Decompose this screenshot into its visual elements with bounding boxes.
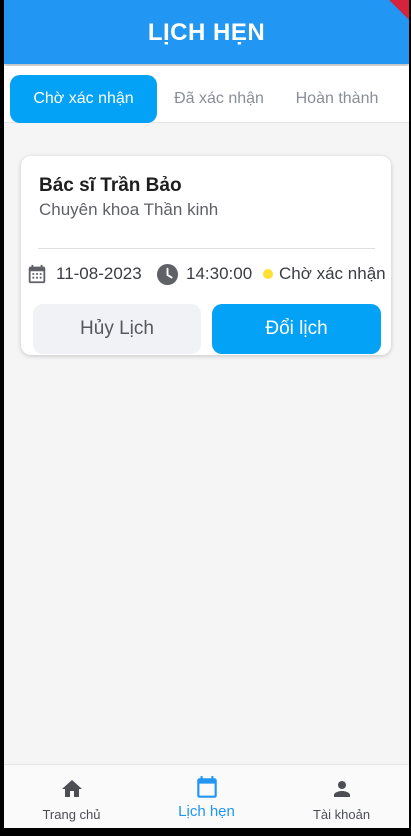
appointment-info-row: 11-08-2023 14:30:00 Chờ xác nhận [26,261,391,287]
card-divider [38,248,375,249]
nav-item-home[interactable]: Trang chủ [4,765,139,828]
home-icon [61,780,82,797]
status-badge: Chờ xác nhận [279,264,386,283]
appointment-tabs: Chờ xác nhận Đã xác nhận Hoàn thành [4,66,409,123]
nav-label-account: Tài khoản [312,807,371,822]
tab-confirmed[interactable]: Đã xác nhận [160,75,278,123]
app-screen: LỊCH HẸN Chờ xác nhận Đã xác nhận Hoàn t… [4,0,409,828]
tab-pending[interactable]: Chờ xác nhận [10,75,157,123]
bottom-navigation: Trang chủ Lịch hẹn Tài khoản [4,764,409,828]
calendar-icon [28,264,46,284]
nav-label-appointments: Lịch hẹn [178,803,235,820]
appointment-time: 14:30:00 [186,264,253,283]
appointment-date: 11-08-2023 [56,264,142,283]
clock-icon [156,263,179,286]
nav-item-appointments[interactable]: Lịch hẹn [139,765,274,828]
person-icon [333,781,350,797]
calendar-icon [196,776,217,798]
nav-item-account[interactable]: Tài khoản [274,765,409,828]
doctor-name: Bác sĩ Trần Bảo [39,175,182,196]
appointment-card[interactable]: Bác sĩ Trần Bảo Chuyên khoa Thần kinh 11… [21,156,391,355]
doctor-specialty: Chuyên khoa Thần kinh [39,200,219,219]
cancel-appointment-button[interactable]: Hủy Lịch [33,304,201,354]
app-bar: LỊCH HẸN [4,0,409,64]
tab-completed[interactable]: Hoàn thành [281,75,393,123]
status-dot [263,269,273,279]
page-title: LỊCH HẸN [147,19,266,46]
reschedule-button[interactable]: Đổi lịch [212,304,381,354]
nav-label-home: Trang chủ [42,807,101,822]
